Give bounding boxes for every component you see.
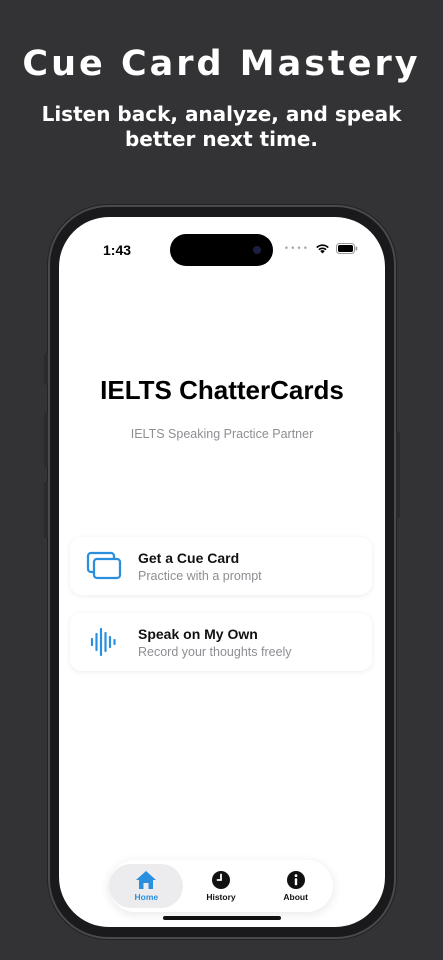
tab-home[interactable]: Home <box>109 864 184 908</box>
volume-down-button <box>44 482 48 538</box>
speak-own-button[interactable]: Speak on My Own Record your thoughts fre… <box>70 613 372 671</box>
tab-history-label: History <box>206 892 236 902</box>
app-title: IELTS ChatterCards <box>100 375 344 405</box>
speak-own-title: Speak on My Own <box>138 625 258 642</box>
cue-card-subtitle: Practice with a prompt <box>138 568 262 583</box>
tab-history[interactable]: History <box>184 864 258 908</box>
house-icon <box>136 871 157 889</box>
status-time: 1:43 <box>103 242 132 258</box>
home-indicator <box>163 916 281 920</box>
cards-icon <box>86 551 122 580</box>
cue-card-title: Get a Cue Card <box>138 549 240 566</box>
tab-bar: Home History About <box>109 860 333 912</box>
status-icons: •••• <box>284 243 358 254</box>
signal-icon: •••• <box>283 243 309 254</box>
tab-about[interactable]: About <box>259 864 333 908</box>
promo-title: Cue Card Mastery <box>22 44 421 84</box>
battery-icon <box>336 243 358 254</box>
clock-icon <box>211 871 230 889</box>
tab-home-label: Home <box>134 892 159 902</box>
app-subtitle: IELTS Speaking Practice Partner <box>130 427 314 441</box>
info-icon <box>286 871 305 889</box>
silent-switch <box>44 353 48 385</box>
power-button <box>396 432 400 518</box>
waveform-icon <box>90 627 116 657</box>
promo-subtitle: Listen back, analyze, and speak better n… <box>41 102 402 151</box>
speak-own-subtitle: Record your thoughts freely <box>138 644 292 659</box>
volume-up-button <box>44 412 48 468</box>
cue-card-button[interactable]: Get a Cue Card Practice with a prompt <box>70 537 372 595</box>
tab-about-label: About <box>283 892 308 902</box>
dynamic-island <box>170 234 273 266</box>
app-screen: 1:43 •••• IELTS ChatterCards IELTS Speak… <box>59 217 385 927</box>
phone-frame: 1:43 •••• IELTS ChatterCards IELTS Speak… <box>44 207 400 937</box>
wifi-icon <box>316 244 329 254</box>
